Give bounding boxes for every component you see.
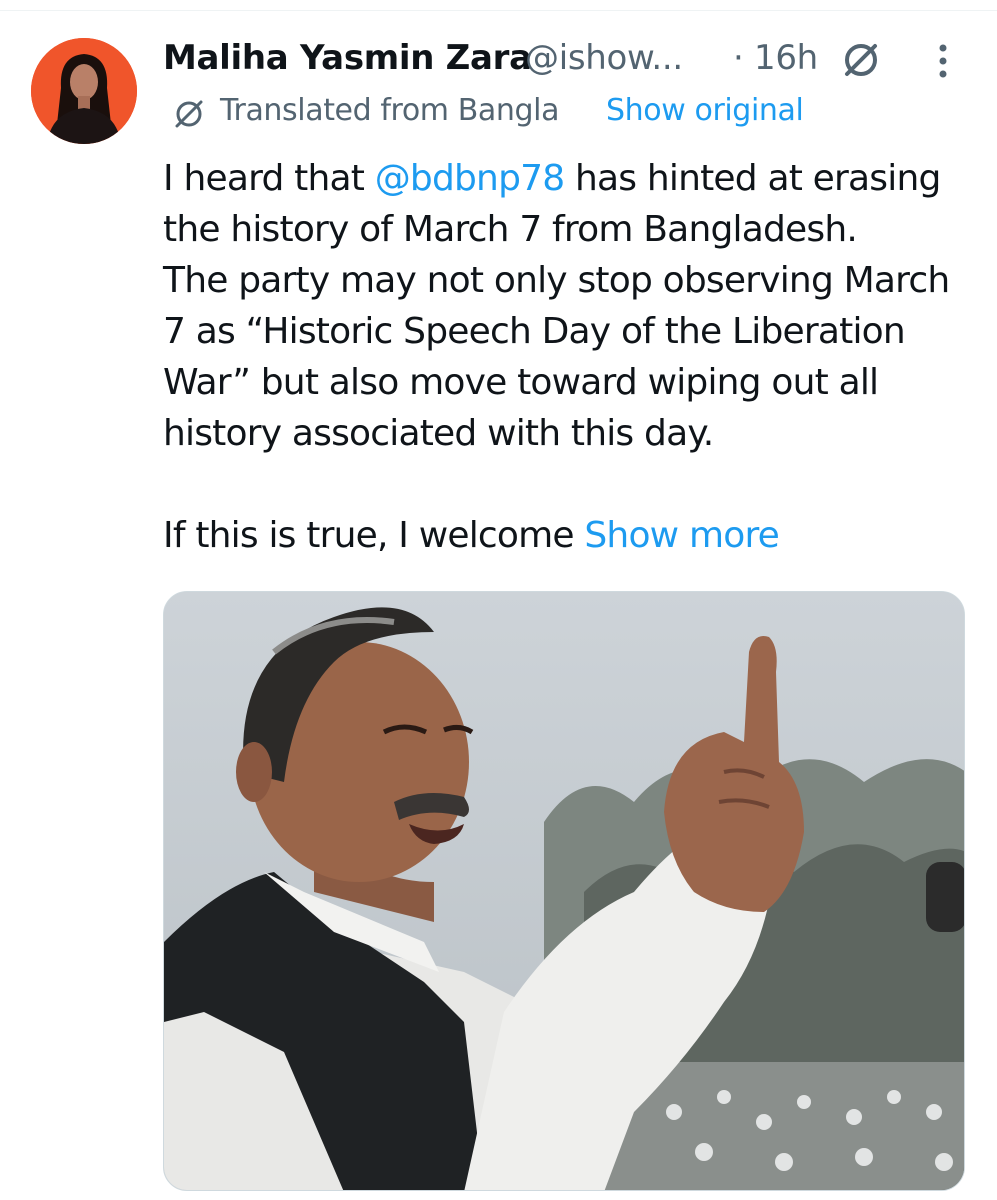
tweet-header: Maliha Yasmin Zara @ishow... · 16h (163, 34, 953, 82)
tweet-text-segment: If this is true, I welcome (163, 515, 585, 556)
tweet-text-line: 7 as “Historic Speech Day of the Liberat… (163, 311, 906, 352)
more-vertical-icon[interactable] (936, 42, 950, 80)
show-more-link[interactable]: Show more (584, 515, 779, 556)
tweet-text-line: The party may not only stop observing Ma… (163, 260, 950, 301)
translated-from-label: Translated from Bangla (220, 93, 560, 128)
tweet-text-segment: has hinted at erasing (564, 158, 941, 199)
author-display-name[interactable]: Maliha Yasmin Zara (163, 38, 532, 78)
top-divider (0, 0, 997, 11)
tweet-text-line: If this is true, I welcome Show more (163, 510, 993, 561)
tweet-text-segment: I heard that (163, 158, 375, 199)
author-handle[interactable]: @ishow... (525, 38, 683, 78)
tweet-text-line: War” but also move toward wiping out all (163, 362, 879, 403)
translate-icon (175, 100, 203, 128)
show-original-link[interactable]: Show original (606, 93, 804, 128)
tweet-text-line: the history of March 7 from Bangladesh. (163, 209, 858, 250)
tweet-text-line: history associated with this day. (163, 413, 714, 454)
tweet-text: I heard that @bdbnp78 has hinted at eras… (163, 153, 993, 561)
tweet-media-photo[interactable] (163, 591, 965, 1191)
tweet-timestamp[interactable]: · 16h (733, 38, 818, 78)
grok-icon[interactable] (841, 40, 881, 80)
tweet-text-line: I heard that @bdbnp78 has hinted at eras… (163, 153, 993, 204)
avatar[interactable] (31, 38, 137, 144)
mention-link[interactable]: @bdbnp78 (375, 158, 565, 199)
